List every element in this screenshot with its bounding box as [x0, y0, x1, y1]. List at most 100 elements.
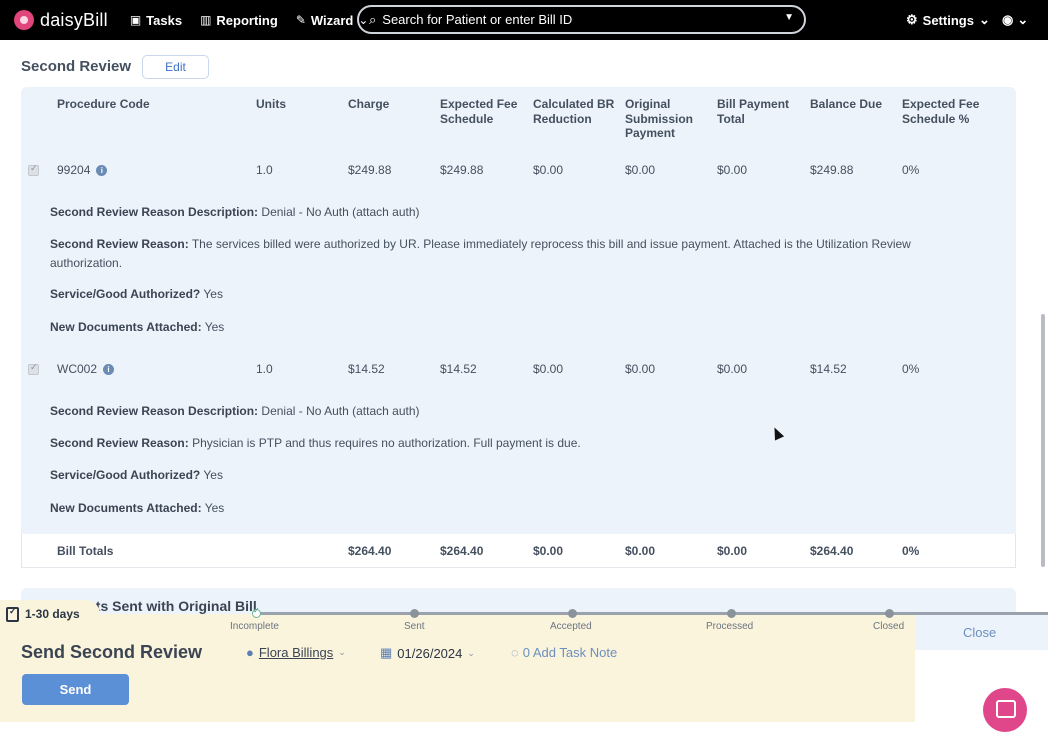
- procedure-code: 99204 i: [57, 163, 108, 177]
- due-date-select[interactable]: ▦ 01/26/2024 ⌄: [380, 645, 475, 661]
- fee-pct: 0%: [902, 362, 920, 376]
- header-charge: Charge: [348, 97, 390, 111]
- new-documents: New Documents Attached: Yes: [50, 318, 950, 337]
- br-reduction: $0.00: [533, 163, 564, 177]
- close-button[interactable]: Close: [963, 625, 996, 640]
- calendar-icon: ▦: [380, 645, 393, 660]
- nav-tasks[interactable]: ▣ Tasks: [130, 13, 182, 28]
- search-placeholder: Search for Patient or enter Bill ID: [382, 12, 573, 27]
- bill-payment-total: $0.00: [717, 163, 748, 177]
- service-authorized-label: Service/Good Authorized?: [50, 287, 201, 301]
- procedure-code-text: 99204: [57, 163, 91, 177]
- new-documents-value: Yes: [204, 320, 225, 334]
- new-documents-label: New Documents Attached:: [50, 501, 202, 515]
- new-documents-label: New Documents Attached:: [50, 320, 202, 334]
- total-expected-fee: $264.40: [440, 544, 484, 558]
- nav-wizard-label: Wizard: [310, 12, 354, 28]
- gear-icon: ⚙: [906, 12, 918, 27]
- procedure-code-text: WC002: [57, 362, 98, 376]
- search-icon: ⌕: [369, 11, 377, 27]
- expected-fee: $14.52: [440, 362, 477, 376]
- total-balance-due: $264.40: [810, 544, 854, 558]
- wand-icon: ✎: [295, 13, 306, 27]
- units: 1.0: [256, 163, 273, 177]
- info-icon[interactable]: i: [103, 364, 115, 375]
- original-payment: $0.00: [625, 163, 656, 177]
- stage-dot-accepted: [568, 609, 577, 618]
- new-documents-value: Yes: [204, 501, 225, 515]
- units: 1.0: [256, 362, 273, 376]
- scrollbar[interactable]: [1041, 314, 1045, 567]
- settings-menu[interactable]: ⚙ Settings ⌄: [906, 12, 990, 28]
- header-expected-fee: Expected Fee Schedule: [440, 97, 518, 126]
- row-checkbox[interactable]: [28, 163, 39, 176]
- task-age-label: 1-30 days: [25, 607, 80, 621]
- totals-label: Bill Totals: [57, 544, 114, 558]
- daisy-logo-icon: [14, 10, 34, 30]
- reason-description-value: Denial - No Auth (attach auth): [261, 404, 420, 418]
- totals-row: [21, 534, 1016, 568]
- balance-due: $249.88: [810, 163, 854, 177]
- logo[interactable]: daisyBill: [14, 10, 108, 31]
- settings-label: Settings: [922, 12, 974, 28]
- header-fee-pct: Expected Fee Schedule %: [902, 97, 980, 126]
- procedure-code: WC002 i: [57, 362, 115, 376]
- chevron-down-icon: ⌄: [1017, 12, 1029, 27]
- service-authorized-value: Yes: [203, 287, 223, 301]
- user-menu[interactable]: ◉ ⌄: [1002, 12, 1028, 28]
- service-authorized-value: Yes: [203, 468, 223, 482]
- bill-payment-total: $0.00: [717, 362, 748, 376]
- review-reason: Second Review Reason: Physician is PTP a…: [50, 434, 950, 453]
- service-authorized-label: Service/Good Authorized?: [50, 468, 201, 482]
- reason-description-value: Denial - No Auth (attach auth): [261, 205, 420, 219]
- original-payment: $0.00: [625, 362, 656, 376]
- total-original-payment: $0.00: [625, 544, 656, 558]
- reason-description-label: Second Review Reason Description:: [50, 404, 259, 418]
- review-reason-value: Physician is PTP and thus requires no au…: [192, 436, 581, 450]
- clipboard-check-icon: [6, 606, 19, 622]
- edit-button[interactable]: Edit: [142, 55, 209, 79]
- stage-label: Processed: [706, 621, 754, 632]
- user-avatar-icon: ◉: [1002, 12, 1014, 27]
- header-units: Units: [256, 97, 286, 111]
- br-reduction: $0.00: [533, 362, 564, 376]
- comment-icon: ◌: [511, 645, 519, 660]
- charge: $14.52: [348, 362, 385, 376]
- header-balance-due: Balance Due: [810, 97, 883, 111]
- charge: $249.88: [348, 163, 392, 177]
- total-br-reduction: $0.00: [533, 544, 564, 558]
- nav-reporting[interactable]: ▥ Reporting: [200, 13, 278, 28]
- nav-reporting-label: Reporting: [216, 12, 278, 28]
- review-reason-label: Second Review Reason:: [50, 237, 189, 251]
- send-button[interactable]: Send: [22, 674, 129, 705]
- stage-label: Incomplete: [230, 621, 279, 632]
- reason-description: Second Review Reason Description: Denial…: [50, 402, 950, 421]
- task-panel: [0, 614, 915, 722]
- expected-fee: $249.88: [440, 163, 484, 177]
- due-date-value: 01/26/2024: [397, 645, 463, 661]
- total-fee-pct: 0%: [902, 544, 920, 558]
- search-input[interactable]: ⌕ Search for Patient or enter Bill ID ▼: [357, 5, 806, 34]
- logo-text: daisyBill: [40, 9, 108, 30]
- user-icon: ●: [246, 645, 254, 660]
- task-age-tag[interactable]: 1-30 days: [0, 600, 100, 628]
- new-documents: New Documents Attached: Yes: [50, 499, 950, 518]
- info-icon[interactable]: i: [96, 165, 108, 176]
- add-task-note-label: 0 Add Task Note: [522, 645, 618, 660]
- stage-label: Sent: [404, 621, 425, 632]
- row-checkbox[interactable]: [28, 362, 39, 375]
- balance-due: $14.52: [810, 362, 847, 376]
- total-bill-payment: $0.00: [717, 544, 748, 558]
- stage-dot-closed: [885, 609, 894, 618]
- top-nav: daisyBill ▣ Tasks ▥ Reporting ✎ Wizard ⌄…: [0, 0, 1048, 40]
- stage-dot-processed: [727, 609, 736, 618]
- stage-label: Closed: [873, 621, 905, 632]
- add-task-note[interactable]: ◌ 0 Add Task Note: [511, 645, 617, 660]
- header-procedure-code: Procedure Code: [57, 97, 150, 111]
- assignee-select[interactable]: ● Flora Billings ⌄: [246, 645, 346, 660]
- chat-launcher-icon[interactable]: [983, 688, 1027, 732]
- chevron-down-icon: ⌄: [338, 647, 346, 657]
- review-reason-label: Second Review Reason:: [50, 436, 189, 450]
- stage-dot-sent: [410, 609, 419, 618]
- header-original-payment: Original Submission Payment: [625, 97, 694, 140]
